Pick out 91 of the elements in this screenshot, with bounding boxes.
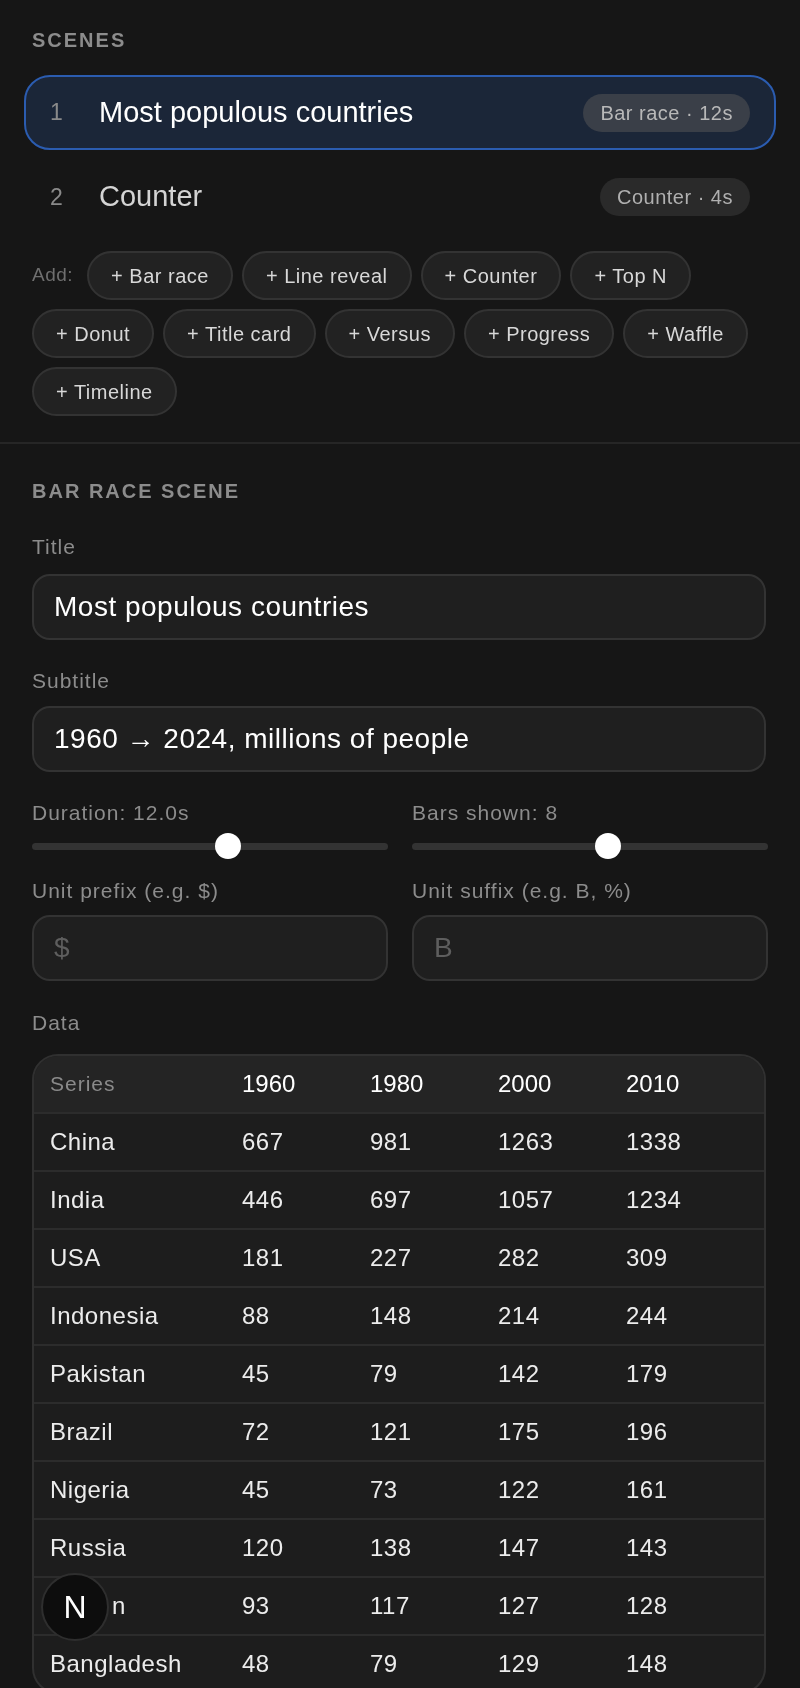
scene-title: Most populous countries xyxy=(99,94,415,130)
table-cell: 181 xyxy=(242,1244,284,1271)
table-cell: 1338 xyxy=(626,1128,682,1155)
add-scene-button[interactable]: + Bar race xyxy=(87,251,233,300)
table-cell: 122 xyxy=(498,1476,540,1503)
text-field[interactable]: Most populous countries xyxy=(32,574,766,640)
table-cell: 73 xyxy=(370,1476,398,1503)
table-cell: 147 xyxy=(498,1534,540,1561)
slider-thumb[interactable] xyxy=(214,833,241,859)
table-cell: 127 xyxy=(498,1592,540,1619)
column-header: 2000 xyxy=(497,1069,553,1099)
scene-item[interactable]: 1 Most populous countries Bar race · 12s xyxy=(24,75,776,150)
add-scene-button[interactable]: + Versus xyxy=(324,309,455,358)
table-cell: 179 xyxy=(626,1360,668,1387)
table-cell: 148 xyxy=(626,1650,668,1677)
field-label: Title xyxy=(32,535,77,559)
field-label: Unit suffix (e.g. B, %) xyxy=(412,879,633,903)
scene-number: 2 xyxy=(50,182,64,212)
table-cell: 161 xyxy=(626,1476,668,1503)
table-cell: 117 xyxy=(370,1592,410,1619)
table-cell: n xyxy=(112,1592,126,1619)
text-field[interactable]: $ xyxy=(32,915,388,981)
table-cell: 142 xyxy=(498,1360,540,1387)
table-cell: 309 xyxy=(626,1244,668,1271)
add-label: Add: xyxy=(32,263,74,288)
slider-label: Duration: 12.0s xyxy=(32,801,191,825)
add-scene-button[interactable]: + Progress xyxy=(463,309,615,358)
add-scene-button[interactable]: + Counter xyxy=(420,251,562,300)
slider-thumb[interactable] xyxy=(594,833,621,859)
text-field[interactable]: B xyxy=(412,915,768,981)
table-cell: 93 xyxy=(242,1592,270,1619)
table-cell: 214 xyxy=(498,1302,540,1329)
table-cell: 697 xyxy=(370,1186,412,1213)
table-cell: Brazil xyxy=(50,1418,113,1445)
slider-label: Bars shown: 8 xyxy=(412,801,560,825)
table-cell: India xyxy=(50,1186,105,1213)
table-cell: 446 xyxy=(242,1186,284,1213)
table-cell: 128 xyxy=(626,1592,668,1619)
text-field[interactable]: 1960 → 2024, millions of people xyxy=(32,706,766,772)
field-label: Unit prefix (e.g. $) xyxy=(32,879,220,903)
field-label: Data xyxy=(32,1011,82,1035)
add-scene-button[interactable]: + Title card xyxy=(163,309,316,358)
table-cell: 88 xyxy=(242,1302,270,1329)
table-cell: Bangladesh xyxy=(50,1650,182,1677)
add-scene-button[interactable]: + Line reveal xyxy=(241,251,412,300)
table-cell: Indonesia xyxy=(50,1302,159,1329)
table-cell: 175 xyxy=(498,1418,540,1445)
add-scene-button[interactable]: + Top N xyxy=(570,251,691,300)
table-cell: China xyxy=(50,1128,116,1155)
scene-number: 1 xyxy=(50,98,64,128)
column-header: Series xyxy=(49,1071,117,1098)
table-cell: 1057 xyxy=(498,1186,554,1213)
table-cell: 196 xyxy=(626,1418,668,1445)
scene-item[interactable]: 2 Counter Counter · 4s xyxy=(24,164,776,230)
table-cell: 79 xyxy=(370,1360,398,1387)
table-cell: 227 xyxy=(370,1244,412,1271)
section-heading: SCENES xyxy=(31,28,128,52)
table-cell: Russia xyxy=(50,1534,127,1561)
table-cell: 282 xyxy=(498,1244,540,1271)
slider[interactable] xyxy=(412,833,768,859)
scene-type-badge: Bar race · 12s xyxy=(583,93,750,132)
table-cell: 121 xyxy=(370,1418,412,1445)
table-cell: 1234 xyxy=(626,1186,682,1213)
field-label: Subtitle xyxy=(32,669,112,693)
section-heading: BAR RACE SCENE xyxy=(32,479,242,503)
table-cell: USA xyxy=(50,1244,101,1271)
table-cell: 1263 xyxy=(498,1128,554,1155)
column-header: 2010 xyxy=(625,1069,681,1099)
column-header: 1980 xyxy=(369,1069,425,1099)
table-cell: 48 xyxy=(242,1650,270,1677)
table-cell: 72 xyxy=(242,1418,270,1445)
table-cell: 667 xyxy=(242,1128,284,1155)
scene-title: Counter xyxy=(99,179,204,215)
table-cell: 148 xyxy=(370,1302,412,1329)
table-cell: 79 xyxy=(370,1650,398,1677)
table-cell: 120 xyxy=(242,1534,284,1561)
table-cell: Nigeria xyxy=(50,1476,130,1503)
table-cell: 143 xyxy=(626,1534,668,1561)
add-scene-button[interactable]: + Donut xyxy=(32,309,155,358)
table-cell: 244 xyxy=(626,1302,668,1329)
table-cell: Pakistan xyxy=(50,1360,147,1387)
scene-type-badge: Counter · 4s xyxy=(599,178,750,216)
table-cell: 45 xyxy=(242,1360,270,1387)
slider[interactable] xyxy=(32,833,388,859)
column-header: 1960 xyxy=(241,1069,297,1099)
table-cell: 138 xyxy=(370,1534,412,1561)
table-cell: 981 xyxy=(370,1128,412,1155)
add-scene-button[interactable]: + Timeline xyxy=(32,367,177,416)
add-scene-button[interactable]: + Waffle xyxy=(623,309,748,358)
table-cell: 45 xyxy=(242,1476,270,1503)
table-cell: 129 xyxy=(498,1650,540,1677)
